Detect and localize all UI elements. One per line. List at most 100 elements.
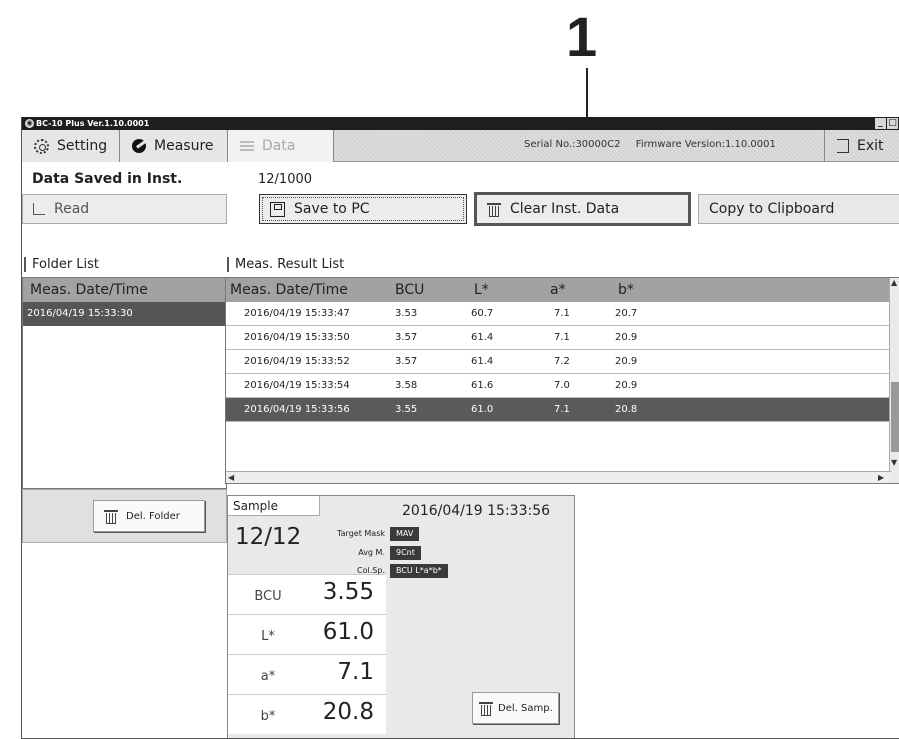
measurement-label: L* [261,629,275,644]
tab-data-label: Data [262,138,296,154]
scroll-thumb[interactable] [891,382,899,452]
cell-a: 7.1 [554,404,570,415]
cell-b: 20.7 [615,308,638,319]
avg-label: Avg M. [358,548,385,557]
measurement-label: BCU [254,589,282,604]
result-list-label: Meas. Result List [227,257,344,272]
maximize-button[interactable]: □ [887,118,898,129]
app-window: ◉ BC-10 Plus Ver.1.10.0001 _ □ Setting M… [21,117,899,739]
cell-datetime: 2016/04/19 15:33:52 [244,356,350,367]
exit-button[interactable]: Exit [824,130,899,162]
column-datetime[interactable]: Meas. Date/Time [230,282,348,298]
avg-badge: 9Cnt [390,546,421,560]
measurement-value: 61.0 [322,619,374,645]
cell-b: 20.9 [615,380,638,391]
cell-datetime: 2016/04/19 15:33:56 [244,404,350,415]
table-row-selected[interactable]: 2016/04/19 15:33:56 3.55 61.0 7.1 20.8 [226,398,891,422]
read-icon [33,203,45,215]
table-row[interactable]: 2016/04/19 15:33:47 3.53 60.7 7.1 20.7 [226,302,891,326]
tab-setting[interactable]: Setting [22,130,120,162]
measurement-label: b* [260,709,276,724]
cell-l: 61.4 [471,356,494,367]
target-mask-label: Target Mask [337,529,385,538]
cell-l: 61.0 [471,404,494,415]
cell-bcu: 3.57 [395,356,418,367]
horizontal-scrollbar[interactable]: ◀ ▶ [226,471,891,483]
scroll-up-icon[interactable]: ▲ [891,278,897,287]
save-to-pc-button[interactable]: Save to PC [259,194,467,224]
scroll-down-icon[interactable]: ▼ [891,458,897,467]
tab-data[interactable]: Data [228,130,334,162]
color-space-label: Col.Sp. [357,566,385,575]
cell-l: 60.7 [471,308,494,319]
saved-data-count: 12/1000 [258,172,313,187]
app-logo-icon: ◉ [25,119,34,128]
column-bcu[interactable]: BCU [395,282,424,298]
table-row[interactable]: 2016/04/19 15:33:50 3.57 61.4 7.1 20.9 [226,326,891,350]
measurement-value: 7.1 [337,659,374,685]
column-l[interactable]: L* [474,282,489,298]
result-list: Meas. Date/Time BCU L* a* b* 2016/04/19 … [225,277,899,484]
cell-a: 7.1 [554,308,570,319]
trash-icon [487,201,501,217]
column-b[interactable]: b* [618,282,634,298]
measure-icon [132,139,146,153]
list-icon [240,141,254,151]
save-to-pc-label: Save to PC [294,201,370,217]
trash-icon [104,508,118,524]
table-row[interactable]: 2016/04/19 15:33:52 3.57 61.4 7.2 20.9 [226,350,891,374]
tab-measure[interactable]: Measure [120,130,228,162]
sample-detail-card: Sample 2016/04/19 15:33:56 12/12 BCU 3.5… [227,495,575,738]
clear-inst-data-label: Clear Inst. Data [510,201,620,217]
color-space-badge: BCU L*a*b* [390,564,448,578]
tab-measure-label: Measure [154,138,214,154]
trash-icon [479,700,493,716]
cell-a: 7.1 [554,332,570,343]
cell-b: 20.9 [615,356,638,367]
saved-data-label: Data Saved in Inst. [32,171,183,187]
folder-list: Meas. Date/Time 2016/04/19 15:33:30 [22,277,227,489]
main-toolbar: Setting Measure Data Serial No.:30000C2 … [22,130,899,162]
del-folder-button[interactable]: Del. Folder [93,500,205,532]
del-sample-label: Del. Samp. [498,702,553,714]
target-mask-badge: MAV [390,527,420,541]
folder-list-header: Meas. Date/Time [23,278,226,302]
cell-bcu: 3.57 [395,332,418,343]
clear-inst-data-button[interactable]: Clear Inst. Data [474,192,691,226]
read-label: Read [54,201,90,217]
measurement-label: a* [260,669,276,684]
read-button[interactable]: Read [22,194,227,224]
title-bar: ◉ BC-10 Plus Ver.1.10.0001 _ □ [22,117,899,130]
cell-bcu: 3.58 [395,380,418,391]
cell-b: 20.8 [615,404,638,415]
cell-a: 7.0 [554,380,570,391]
serial-number: Serial No.:30000C2 [524,139,621,150]
measurement-row-b: b* 20.8 [228,694,386,734]
cell-l: 61.6 [471,380,494,391]
cell-bcu: 3.55 [395,404,418,415]
cell-datetime: 2016/04/19 15:33:50 [244,332,350,343]
callout-number: 1 [566,5,598,68]
exit-icon [837,139,849,153]
table-row[interactable]: 2016/04/19 15:33:54 3.58 61.6 7.0 20.9 [226,374,891,398]
floppy-disk-icon [270,201,285,217]
scroll-right-icon[interactable]: ▶ [878,473,884,482]
gear-icon [34,138,49,154]
measurement-row-a: a* 7.1 [228,654,386,694]
del-sample-button[interactable]: Del. Samp. [472,692,559,724]
folder-actions: Del. Folder [22,489,227,543]
folder-row[interactable]: 2016/04/19 15:33:30 [23,302,226,326]
device-info: Serial No.:30000C2 Firmware Version:1.10… [524,139,776,150]
vertical-scrollbar[interactable]: ▲ ▼ [889,278,899,483]
sample-datetime: 2016/04/19 15:33:56 [402,503,551,519]
minimize-button[interactable]: _ [875,118,886,129]
scroll-left-icon[interactable]: ◀ [228,473,234,482]
exit-label: Exit [857,138,884,154]
sample-tab: Sample [228,496,320,516]
cell-b: 20.9 [615,332,638,343]
copy-to-clipboard-button[interactable]: Copy to Clipboard [698,194,899,224]
column-a[interactable]: a* [550,282,566,298]
del-folder-label: Del. Folder [126,510,180,522]
cell-datetime: 2016/04/19 15:33:47 [244,308,350,319]
measurement-row-l: L* 61.0 [228,614,386,654]
